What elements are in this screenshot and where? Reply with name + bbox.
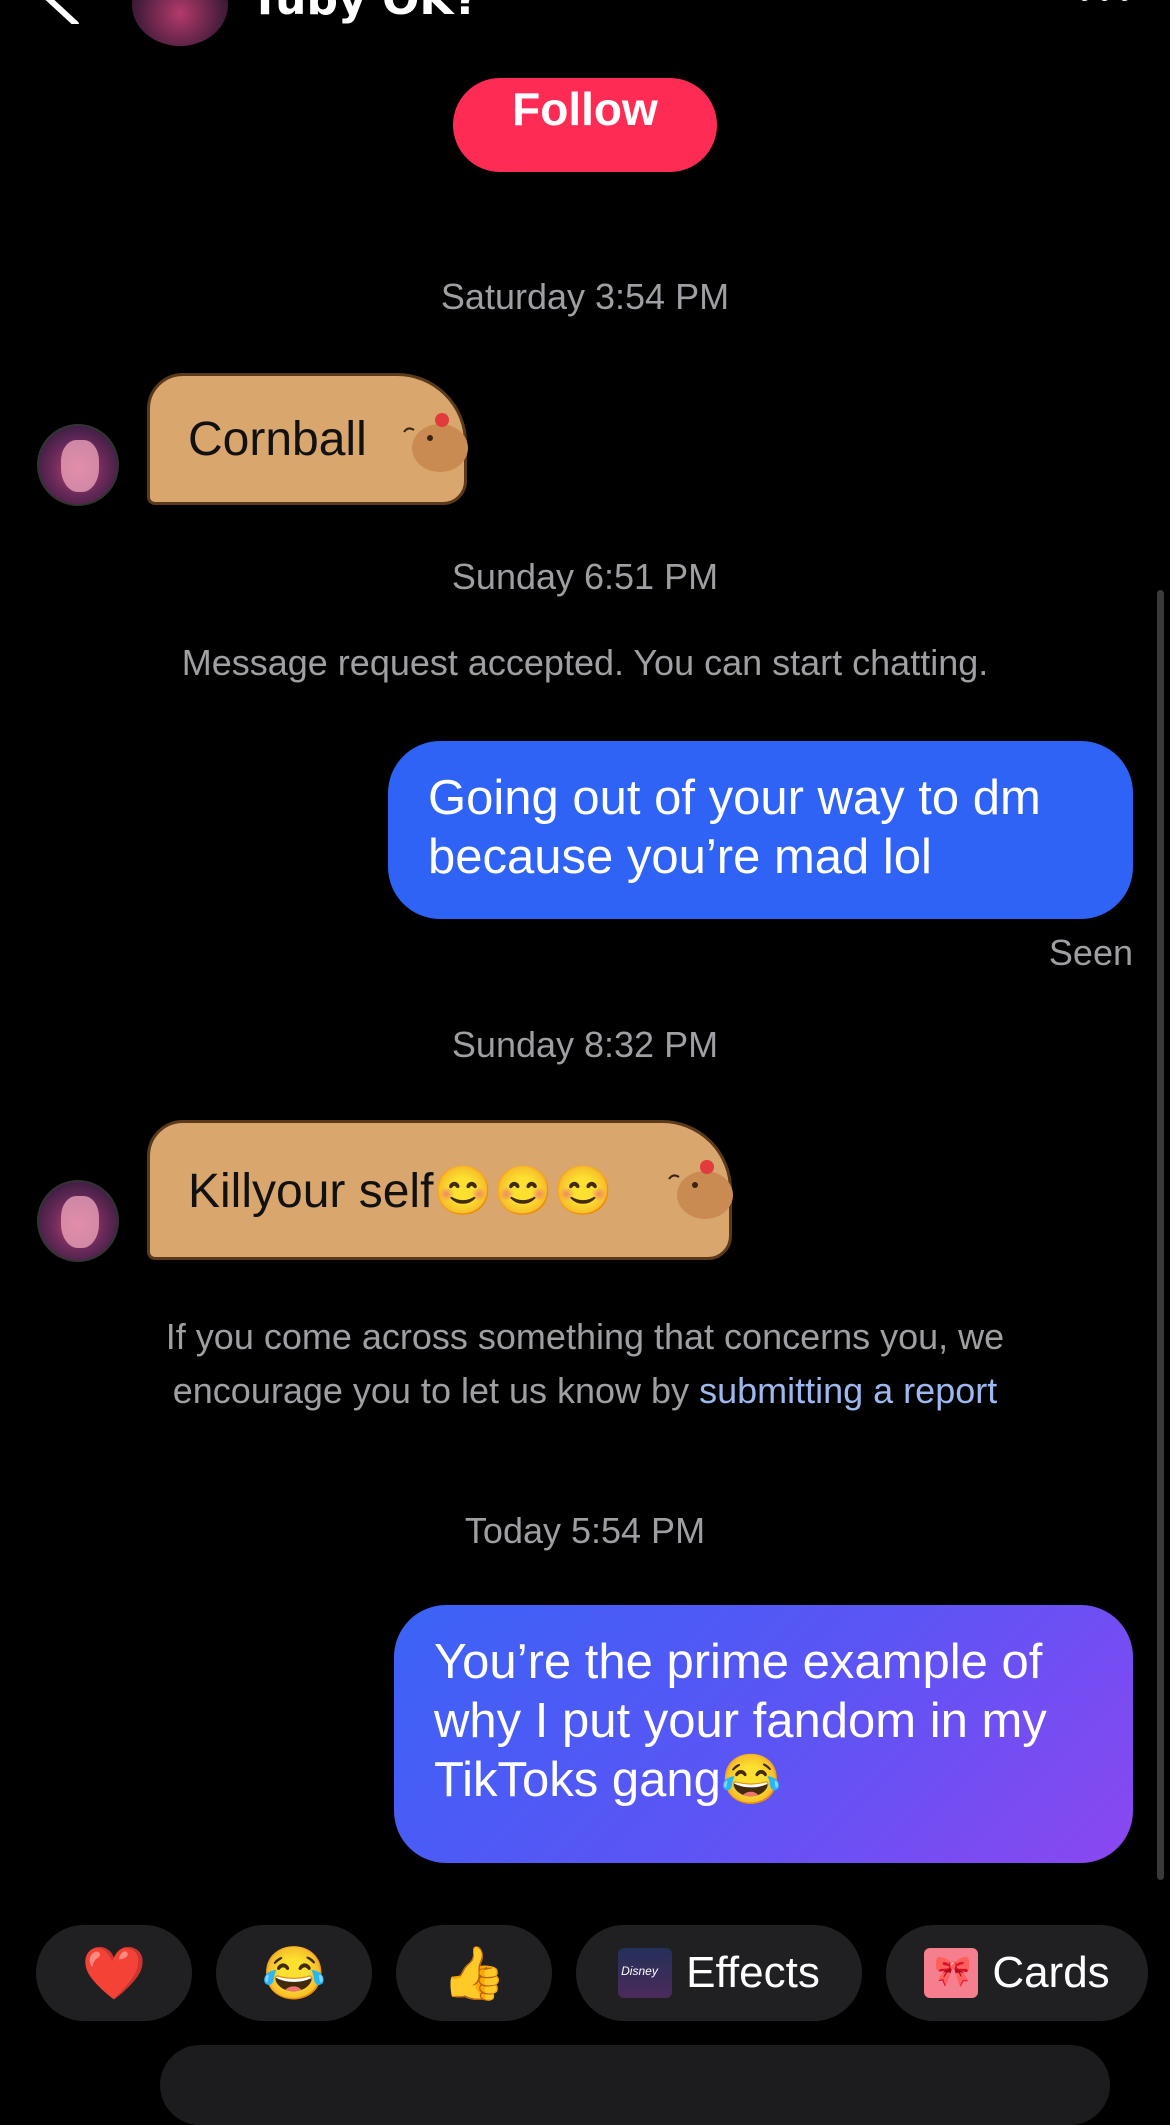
sender-avatar[interactable] [37,1180,119,1262]
scrollbar[interactable] [1157,590,1164,1880]
quick-actions-bar: ❤️ 😂 👍 Effects Cards [36,1925,1148,2021]
disney-thumbnail-icon [618,1948,673,1998]
laughing-emoji-icon: 😂 [261,1944,327,2003]
incoming-message[interactable]: Killyour self😊😊😊 [147,1120,733,1260]
incoming-message[interactable]: Cornball [147,373,468,505]
outgoing-message[interactable]: Going out of your way to dm because you’… [388,741,1133,919]
message-text: Cornball [188,412,367,466]
laugh-reaction-button[interactable]: 😂 [216,1925,372,2021]
more-options-icon[interactable] [1079,0,1130,1]
heart-icon: ❤️ [81,1944,147,2003]
chat-title[interactable]: Tuby OK? [250,0,479,25]
back-icon[interactable] [40,0,84,24]
timestamp: Saturday 3:54 PM [440,276,730,317]
system-notice: Message request accepted. You can start … [181,642,989,683]
outgoing-message[interactable]: You’re the prime example of why I put yo… [394,1605,1133,1863]
heart-reaction-button[interactable]: ❤️ [36,1925,192,2021]
capybara-icon [668,1160,733,1219]
capybara-icon [403,413,468,472]
effects-button[interactable]: Effects [576,1925,862,2021]
safety-notice: If you come across something that concer… [150,1310,1020,1418]
thumbs-up-reaction-button[interactable]: 👍 [396,1925,552,2021]
thumbs-up-icon: 👍 [441,1944,507,2003]
message-text: Killyour self😊😊😊 [188,1164,613,1218]
follow-button[interactable]: Follow [453,78,717,172]
message-input[interactable] [160,2045,1110,2125]
effects-label: Effects [686,1948,820,1997]
submit-report-link[interactable]: submitting a report [699,1370,997,1411]
gift-card-icon [924,1948,979,1998]
timestamp: Sunday 6:51 PM [451,556,719,597]
cards-button[interactable]: Cards [886,1925,1148,2021]
header-avatar[interactable] [132,0,228,46]
seen-status: Seen [1048,932,1133,973]
cards-label: Cards [992,1948,1110,1997]
timestamp: Sunday 8:32 PM [451,1024,719,1065]
sender-avatar[interactable] [37,424,119,506]
timestamp: Today 5:54 PM [464,1510,706,1551]
